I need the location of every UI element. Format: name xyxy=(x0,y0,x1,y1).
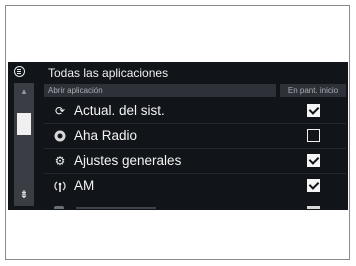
column-header-open-app: Abrir aplicación xyxy=(44,84,276,97)
refresh-icon: ⟳ xyxy=(54,104,66,118)
scroll-thumb[interactable] xyxy=(17,113,31,135)
partial-icon xyxy=(54,206,64,209)
list-item-aha-radio[interactable]: Aha Radio xyxy=(44,124,346,148)
gear-icon: ⚙ xyxy=(54,154,66,168)
page-title: Todas las aplicaciones xyxy=(48,66,169,80)
list-item-label: Aha Radio xyxy=(74,128,138,143)
list-item-label: Actual. del sist. xyxy=(74,103,165,118)
list-item-am[interactable]: AM xyxy=(44,174,346,198)
antenna-icon xyxy=(54,180,66,192)
list-item-label: AM xyxy=(74,178,95,193)
partial-checkbox xyxy=(307,206,320,209)
aha-radio-icon xyxy=(54,130,66,142)
scroll-up-icon[interactable]: ▴ xyxy=(18,86,30,96)
list-item-ajustes-generales[interactable]: ⚙ Ajustes generales xyxy=(44,149,346,173)
list-item-partial xyxy=(44,206,346,210)
partial-label xyxy=(76,207,156,209)
scroll-down-icon[interactable]: ⇟ xyxy=(18,188,30,202)
list-item-label: Ajustes generales xyxy=(74,153,182,168)
header-bar: Todas las aplicaciones xyxy=(8,62,348,82)
menu-icon[interactable] xyxy=(14,66,25,77)
home-screen-checkbox[interactable] xyxy=(307,179,320,192)
list-item-actual-sist[interactable]: ⟳ Actual. del sist. xyxy=(44,99,346,123)
home-screen-checkbox[interactable] xyxy=(307,104,320,117)
home-screen-checkbox[interactable] xyxy=(307,129,320,142)
apps-screen: Todas las aplicaciones Abrir aplicación … xyxy=(8,62,348,210)
scrollbar[interactable]: ▴ ⇟ xyxy=(14,83,34,206)
home-screen-checkbox[interactable] xyxy=(307,154,320,167)
column-header-home-screen: En pant. inicio xyxy=(280,84,346,97)
